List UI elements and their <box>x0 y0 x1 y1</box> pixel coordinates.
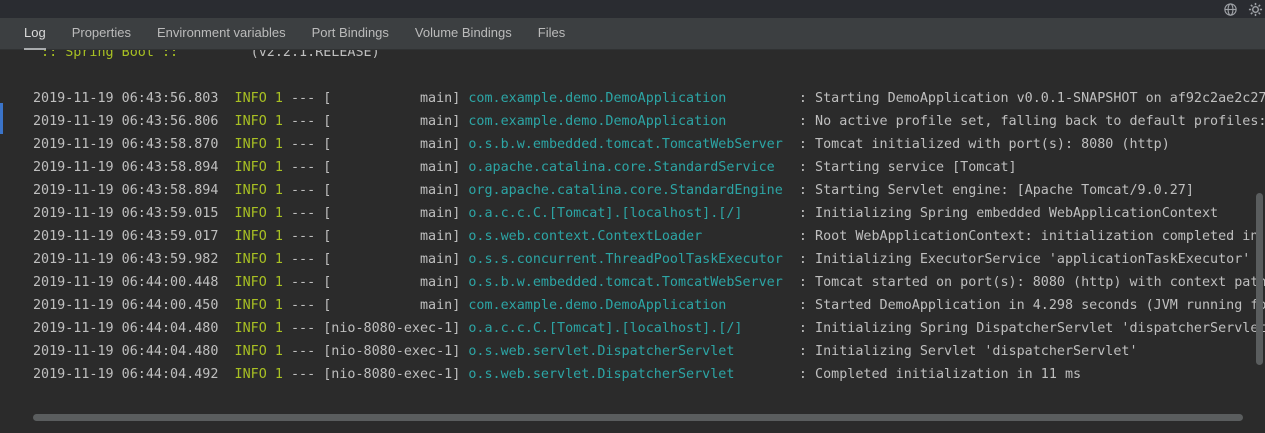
log-level: INFO 1 <box>226 114 282 129</box>
log-logger: o.s.s.concurrent.ThreadPoolTaskExecutor <box>468 252 790 267</box>
log-message: : Starting DemoApplication v0.0.1-SNAPSH… <box>791 91 1265 106</box>
tab-log[interactable]: Log <box>24 18 46 50</box>
log-line: 2019-11-19 06:43:59.015 INFO 1 --- [ mai… <box>33 202 1265 225</box>
log-logger: o.s.web.servlet.DispatcherServlet <box>468 344 790 359</box>
log-thread: --- [nio-8080-exec-1] <box>283 367 468 382</box>
log-thread: --- [nio-8080-exec-1] <box>283 344 468 359</box>
window-toolbar <box>0 0 1265 18</box>
log-timestamp: 2019-11-19 06:43:56.803 <box>33 91 226 106</box>
log-thread: --- [ main] <box>283 275 468 290</box>
log-timestamp: 2019-11-19 06:44:00.448 <box>33 275 226 290</box>
log-timestamp: 2019-11-19 06:44:04.480 <box>33 321 226 336</box>
log-line: 2019-11-19 06:43:58.870 INFO 1 --- [ mai… <box>33 133 1265 156</box>
banner-line: :: Spring Boot :: (v2.2.1.RELEASE) <box>33 50 1265 64</box>
log-level: INFO 1 <box>226 229 282 244</box>
log-level: INFO 1 <box>226 367 282 382</box>
log-timestamp: 2019-11-19 06:43:58.870 <box>33 137 226 152</box>
tab-port-bindings[interactable]: Port Bindings <box>312 18 389 50</box>
log-output: :: Spring Boot :: (v2.2.1.RELEASE)2019-1… <box>0 50 1265 386</box>
log-thread: --- [ main] <box>283 91 468 106</box>
log-line: 2019-11-19 06:43:56.806 INFO 1 --- [ mai… <box>33 110 1265 133</box>
tab-environment-variables[interactable]: Environment variables <box>157 18 286 50</box>
log-timestamp: 2019-11-19 06:44:04.492 <box>33 367 226 382</box>
log-level: INFO 1 <box>226 183 282 198</box>
log-message: : Initializing Servlet 'dispatcherServle… <box>791 344 1138 359</box>
log-level: INFO 1 <box>226 321 282 336</box>
log-level: INFO 1 <box>226 298 282 313</box>
log-level: INFO 1 <box>226 206 282 221</box>
log-timestamp: 2019-11-19 06:43:59.015 <box>33 206 226 221</box>
log-logger: o.a.c.c.C.[Tomcat].[localhost].[/] <box>468 321 790 336</box>
log-message: : Completed initialization in 11 ms <box>791 367 1081 382</box>
log-message: : Tomcat started on port(s): 8080 (http)… <box>791 275 1265 290</box>
log-thread: --- [ main] <box>283 137 468 152</box>
log-timestamp: 2019-11-19 06:44:04.480 <box>33 344 226 359</box>
blank-line <box>33 64 1265 87</box>
log-message: : No active profile set, falling back to… <box>791 114 1265 129</box>
log-level: INFO 1 <box>226 275 282 290</box>
horizontal-scrollbar-thumb[interactable] <box>33 414 1243 421</box>
log-level: INFO 1 <box>226 344 282 359</box>
log-thread: --- [ main] <box>283 298 468 313</box>
active-tool-window-stripe <box>0 103 3 134</box>
vertical-scrollbar-thumb[interactable] <box>1256 193 1263 365</box>
log-thread: --- [ main] <box>283 160 468 175</box>
log-level: INFO 1 <box>226 252 282 267</box>
log-line: 2019-11-19 06:44:04.480 INFO 1 --- [nio-… <box>33 340 1265 363</box>
spring-boot-version: (v2.2.1.RELEASE) <box>251 50 380 60</box>
log-timestamp: 2019-11-19 06:44:00.450 <box>33 298 226 313</box>
app-root: Log Properties Environment variables Port B… <box>0 0 1265 433</box>
log-thread: --- [ main] <box>283 206 468 221</box>
log-console: :: Spring Boot :: (v2.2.1.RELEASE)2019-1… <box>0 50 1265 433</box>
log-logger: com.example.demo.DemoApplication <box>468 114 790 129</box>
tab-files[interactable]: Files <box>538 18 565 50</box>
log-logger: o.s.b.w.embedded.tomcat.TomcatWebServer <box>468 137 790 152</box>
log-level: INFO 1 <box>226 160 282 175</box>
tab-volume-bindings[interactable]: Volume Bindings <box>415 18 512 50</box>
log-level: INFO 1 <box>226 91 282 106</box>
log-message: : Root WebApplicationContext: initializa… <box>791 229 1265 244</box>
log-logger: o.s.web.context.ContextLoader <box>468 229 790 244</box>
log-timestamp: 2019-11-19 06:43:59.017 <box>33 229 226 244</box>
log-timestamp: 2019-11-19 06:43:56.806 <box>33 114 226 129</box>
log-message: : Initializing ExecutorService 'applicat… <box>791 252 1251 267</box>
log-logger: com.example.demo.DemoApplication <box>468 298 790 313</box>
spring-boot-banner: :: Spring Boot :: <box>33 50 251 60</box>
settings-gear-icon[interactable] <box>1248 2 1263 17</box>
log-message: : Starting Servlet engine: [Apache Tomca… <box>791 183 1194 198</box>
log-line: 2019-11-19 06:43:58.894 INFO 1 --- [ mai… <box>33 179 1265 202</box>
log-message: : Initializing Spring DispatcherServlet … <box>791 321 1265 336</box>
tab-properties[interactable]: Properties <box>72 18 131 50</box>
globe-icon[interactable] <box>1223 2 1238 17</box>
log-logger: o.s.b.w.embedded.tomcat.TomcatWebServer <box>468 275 790 290</box>
log-timestamp: 2019-11-19 06:43:58.894 <box>33 160 226 175</box>
log-line: 2019-11-19 06:43:59.017 INFO 1 --- [ mai… <box>33 225 1265 248</box>
log-logger: org.apache.catalina.core.StandardEngine <box>468 183 790 198</box>
log-thread: --- [nio-8080-exec-1] <box>283 321 468 336</box>
log-line: 2019-11-19 06:44:00.448 INFO 1 --- [ mai… <box>33 271 1265 294</box>
log-logger: com.example.demo.DemoApplication <box>468 91 790 106</box>
log-logger: o.s.web.servlet.DispatcherServlet <box>468 367 790 382</box>
log-message: : Tomcat initialized with port(s): 8080 … <box>791 137 1170 152</box>
log-line: 2019-11-19 06:44:04.480 INFO 1 --- [nio-… <box>33 317 1265 340</box>
log-line: 2019-11-19 06:43:59.982 INFO 1 --- [ mai… <box>33 248 1265 271</box>
log-logger: o.a.c.c.C.[Tomcat].[localhost].[/] <box>468 206 790 221</box>
log-line: 2019-11-19 06:43:58.894 INFO 1 --- [ mai… <box>33 156 1265 179</box>
log-thread: --- [ main] <box>283 114 468 129</box>
log-message: : Initializing Spring embedded WebApplic… <box>791 206 1218 221</box>
log-logger: o.apache.catalina.core.StandardService <box>468 160 790 175</box>
log-level: INFO 1 <box>226 137 282 152</box>
log-line: 2019-11-19 06:43:56.803 INFO 1 --- [ mai… <box>33 87 1265 110</box>
log-line: 2019-11-19 06:44:04.492 INFO 1 --- [nio-… <box>33 363 1265 386</box>
log-message: : Started DemoApplication in 4.298 secon… <box>791 298 1265 313</box>
log-message: : Starting service [Tomcat] <box>791 160 1017 175</box>
log-thread: --- [ main] <box>283 252 468 267</box>
log-thread: --- [ main] <box>283 229 468 244</box>
tab-bar: Log Properties Environment variables Port B… <box>0 18 1265 50</box>
log-timestamp: 2019-11-19 06:43:59.982 <box>33 252 226 267</box>
log-thread: --- [ main] <box>283 183 468 198</box>
log-line: 2019-11-19 06:44:00.450 INFO 1 --- [ mai… <box>33 294 1265 317</box>
log-timestamp: 2019-11-19 06:43:58.894 <box>33 183 226 198</box>
